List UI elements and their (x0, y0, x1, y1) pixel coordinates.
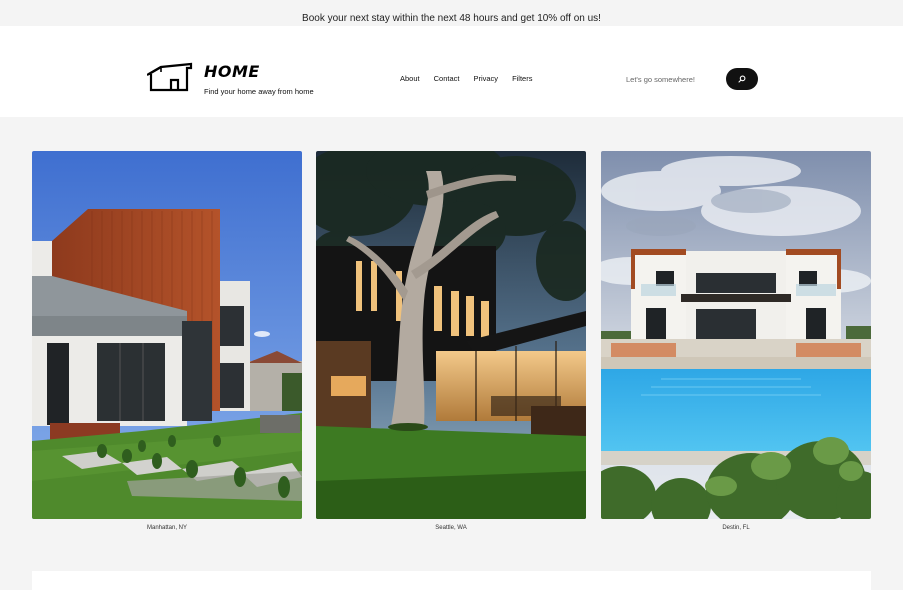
search-input[interactable] (620, 71, 720, 87)
search-button[interactable] (726, 68, 758, 90)
nav-link-filters[interactable]: Filters (512, 74, 532, 83)
brand-title[interactable]: HOME (204, 62, 260, 81)
nav-link-privacy[interactable]: Privacy (473, 74, 498, 83)
listing-photo[interactable] (601, 151, 871, 519)
listing-photo[interactable] (32, 151, 302, 519)
nav-link-contact[interactable]: Contact (434, 74, 460, 83)
nav-link-about[interactable]: About (400, 74, 420, 83)
content-panel (32, 571, 871, 590)
listing-location: Manhattan, NY (146, 525, 188, 531)
listing-card[interactable]: Seattle, WA (316, 151, 586, 531)
listing-card[interactable]: Manhattan, NY (32, 151, 302, 531)
listing-location: Destin, FL (722, 525, 750, 531)
listing-card[interactable]: Destin, FL (601, 151, 871, 531)
brand-subtitle: Find your home away from home (204, 87, 314, 96)
house-logo-icon[interactable] (147, 62, 193, 92)
listing-location: Seattle, WA (435, 525, 467, 531)
main-nav: About Contact Privacy Filters (400, 74, 532, 83)
listing-photo[interactable] (316, 151, 586, 519)
listing-grid: Manhattan, NY Seattle, WA Destin, FL (32, 151, 871, 541)
site-header: HOME Find your home away from home About… (0, 26, 903, 117)
search-icon (738, 75, 746, 83)
promo-banner: Book your next stay within the next 48 h… (0, 12, 903, 26)
